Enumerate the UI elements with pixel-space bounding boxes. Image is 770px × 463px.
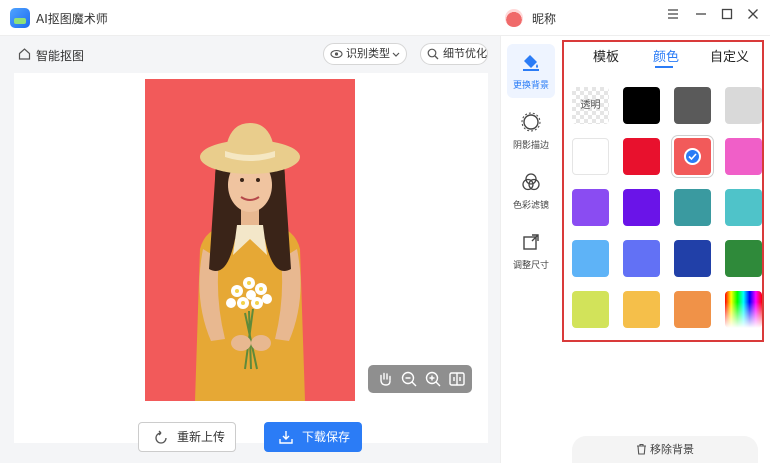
- tab-template[interactable]: 模板: [593, 46, 619, 65]
- color-swatch[interactable]: [674, 189, 711, 226]
- color-swatch[interactable]: [674, 240, 711, 277]
- home-icon: [18, 48, 31, 60]
- color-swatch[interactable]: [572, 291, 609, 328]
- side-nav: 更换背景 阴影描边 色彩滤镜 调整尺寸: [500, 36, 560, 463]
- canvas-toolbar: [368, 365, 472, 393]
- trash-icon: [637, 443, 646, 455]
- app-title: AI抠图魔术师: [36, 12, 108, 26]
- color-swatch[interactable]: [623, 240, 660, 277]
- color-swatch[interactable]: [725, 189, 762, 226]
- reupload-button[interactable]: 重新上传: [138, 422, 236, 452]
- nickname[interactable]: 昵称: [532, 10, 556, 27]
- refresh-icon: [155, 430, 167, 444]
- color-swatch[interactable]: [572, 240, 609, 277]
- recognize-type-dropdown[interactable]: 识别类型: [323, 43, 407, 65]
- nav-label: 阴影描边: [512, 141, 549, 151]
- reupload-label: 重新上传: [177, 430, 226, 444]
- maximize-icon[interactable]: [718, 8, 736, 26]
- page-title: 智能抠图: [36, 49, 85, 63]
- avatar[interactable]: [505, 9, 523, 27]
- tab-color[interactable]: 颜色: [653, 46, 679, 65]
- sidebar-item-change-background[interactable]: 更换背景: [507, 44, 555, 98]
- download-save-label: 下载保存: [302, 430, 351, 444]
- sidebar-item-color-filter[interactable]: 色彩滤镜: [507, 164, 555, 218]
- tab-custom[interactable]: 自定义: [710, 46, 749, 65]
- workspace: 智能抠图 识别类型 细节优化 重新上传 下载保存: [0, 36, 500, 463]
- paint-bucket-icon: [523, 55, 539, 71]
- color-swatch[interactable]: [572, 189, 609, 226]
- detail-optimize-button[interactable]: 细节优化: [420, 43, 488, 65]
- swatch-custom-color[interactable]: [725, 291, 762, 328]
- color-swatch[interactable]: [725, 138, 762, 175]
- color-swatch[interactable]: [725, 240, 762, 277]
- zoom-out-icon[interactable]: [400, 370, 418, 388]
- color-filter-icon: [522, 173, 540, 191]
- sidebar-item-resize[interactable]: 调整尺寸: [507, 224, 555, 278]
- background-panel: 模板 颜色 自定义 透明 移除背景: [560, 36, 770, 463]
- color-swatch[interactable]: [623, 87, 660, 124]
- color-swatch[interactable]: [572, 138, 609, 175]
- image-canvas: [14, 73, 488, 443]
- hand-pan-icon[interactable]: [376, 370, 394, 388]
- remove-background-button[interactable]: 移除背景: [572, 436, 758, 463]
- chevron-down-icon: [392, 52, 400, 57]
- zoom-in-icon[interactable]: [424, 370, 442, 388]
- resize-icon: [523, 234, 539, 250]
- app-logo-icon: [10, 8, 30, 28]
- color-swatch[interactable]: [623, 189, 660, 226]
- color-swatch[interactable]: [623, 291, 660, 328]
- checkmark-icon: [684, 148, 701, 165]
- color-swatch[interactable]: [674, 138, 711, 175]
- menu-icon[interactable]: [664, 8, 682, 26]
- download-icon: [279, 431, 293, 444]
- close-icon[interactable]: [744, 8, 762, 26]
- color-swatch[interactable]: [674, 291, 711, 328]
- shadow-circle-icon: [521, 112, 541, 132]
- color-swatch[interactable]: [725, 87, 762, 124]
- minimize-icon[interactable]: [692, 8, 710, 26]
- color-swatch[interactable]: [674, 87, 711, 124]
- swatch-transparent[interactable]: 透明: [572, 87, 609, 124]
- magnifier-icon: [427, 48, 439, 60]
- result-photo: [145, 79, 355, 401]
- title-bar: AI抠图魔术师 昵称: [0, 0, 770, 36]
- download-save-button[interactable]: 下载保存: [264, 422, 362, 452]
- nav-label: 调整尺寸: [512, 261, 549, 271]
- detail-optimize-label: 细节优化: [443, 47, 487, 60]
- recognize-type-label: 识别类型: [346, 47, 390, 60]
- compare-icon[interactable]: [448, 370, 466, 388]
- active-tab-indicator: [655, 66, 673, 68]
- person-figure: [195, 123, 305, 401]
- nav-label: 色彩滤镜: [512, 201, 549, 211]
- color-swatch[interactable]: [623, 138, 660, 175]
- eye-icon: [330, 49, 343, 59]
- nav-label: 更换背景: [512, 81, 549, 91]
- sidebar-item-shadow-outline[interactable]: 阴影描边: [507, 104, 555, 158]
- remove-background-label: 移除背景: [650, 443, 694, 456]
